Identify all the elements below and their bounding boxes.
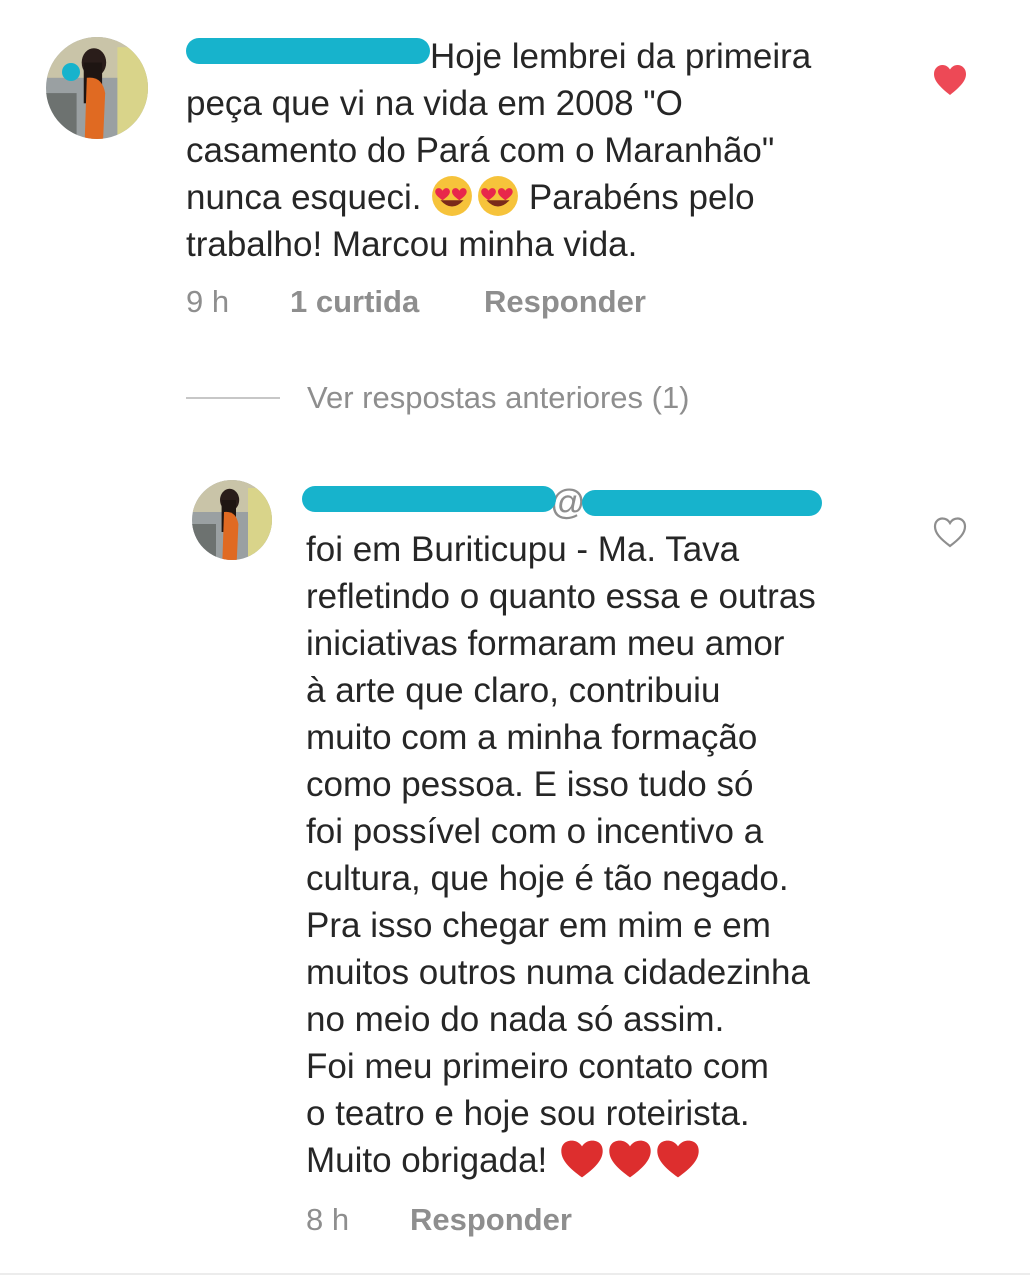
likes-count-link[interactable]: 1 curtida xyxy=(290,284,484,320)
comment-time: 9 h xyxy=(186,284,230,319)
divider xyxy=(0,1273,1030,1275)
reply-meta: 8 h Responder xyxy=(306,1202,572,1238)
view-previous-replies-label: Ver respostas anteriores (1) xyxy=(307,380,690,415)
comment-meta: 9 h 1 curtida Responder xyxy=(186,284,646,320)
heart-outline-icon[interactable] xyxy=(932,515,968,549)
comments-screen: Hoje lembrei da primeira peça que vi na … xyxy=(0,0,1030,1280)
red-heart-emoji-icon xyxy=(561,1140,603,1178)
view-previous-replies[interactable]: Ver respostas anteriores (1) xyxy=(186,380,690,416)
profile-photo xyxy=(46,37,148,139)
comment-body: Hoje lembrei da primeira peça que vi na … xyxy=(186,33,906,268)
avatar[interactable] xyxy=(192,480,272,560)
heart-filled-icon[interactable] xyxy=(932,63,968,97)
red-heart-emoji-icon xyxy=(657,1140,699,1178)
reply-text: foi em Buriticupu - Ma. Tava refletindo … xyxy=(306,530,816,1180)
heart-eyes-emoji-icon xyxy=(432,176,473,216)
heart-eyes-emoji-icon xyxy=(478,176,519,216)
redacted-mention xyxy=(582,490,822,516)
profile-photo xyxy=(192,480,272,560)
reply-button[interactable]: Responder xyxy=(410,1202,572,1238)
avatar[interactable] xyxy=(46,37,148,139)
reply-time: 8 h xyxy=(306,1202,350,1237)
reply-button[interactable]: Responder xyxy=(484,284,646,320)
divider xyxy=(186,397,280,399)
comment-text-first-line: Hoje lembrei da primeira xyxy=(430,37,812,76)
red-heart-emoji-icon xyxy=(609,1140,651,1178)
redacted-username xyxy=(302,486,556,512)
reply-body: @sa foi em Buriticupu - Ma. Tava refleti… xyxy=(306,479,906,1184)
